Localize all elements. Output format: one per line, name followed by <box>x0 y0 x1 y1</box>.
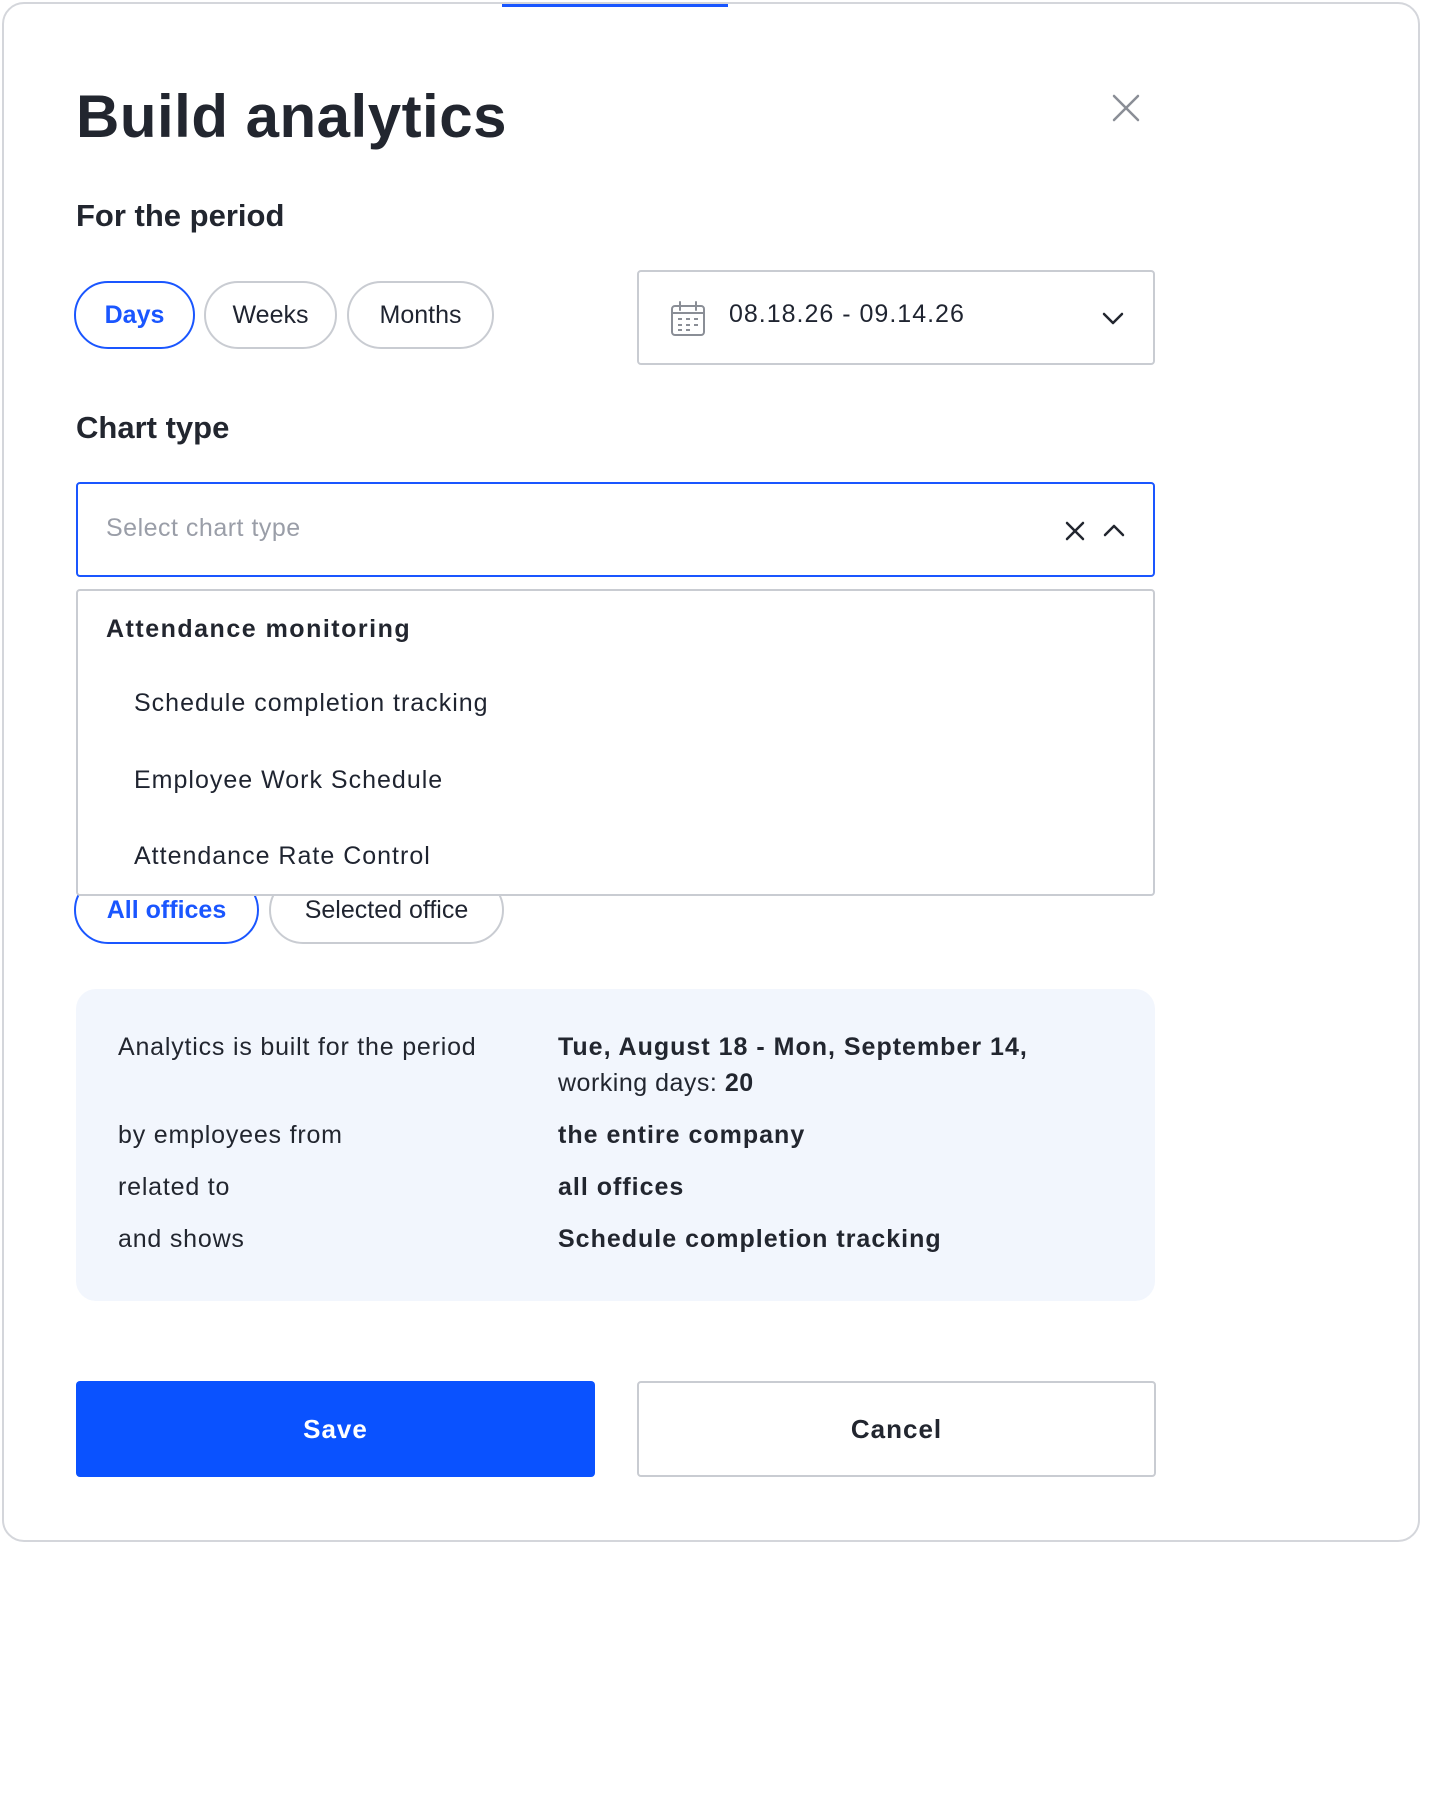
date-range-select[interactable]: 08.18.26 - 09.14.26 <box>637 270 1155 365</box>
top-accent-bar <box>502 4 728 7</box>
chart-type-select[interactable]: Select chart type <box>76 482 1155 577</box>
chart-type-dropdown: Attendance monitoring Schedule completio… <box>76 589 1155 896</box>
build-analytics-dialog: Build analytics For the period Days Week… <box>2 2 1420 1542</box>
option-attendance-rate-control[interactable]: Attendance Rate Control <box>134 842 431 871</box>
summary-related-label: related to <box>118 1173 231 1201</box>
analytics-summary: Analytics is built for the period Tue, A… <box>76 989 1155 1301</box>
summary-employees-value: the entire company <box>558 1121 806 1149</box>
dialog-title: Build analytics <box>76 83 507 150</box>
granularity-days-button[interactable]: Days <box>74 281 195 349</box>
period-section-label: For the period <box>76 198 285 233</box>
option-employee-work-schedule[interactable]: Employee Work Schedule <box>134 766 443 795</box>
summary-shows-value: Schedule completion tracking <box>558 1225 942 1253</box>
summary-employees-label: by employees from <box>118 1121 343 1149</box>
chevron-up-icon[interactable] <box>1102 520 1126 540</box>
chart-type-placeholder: Select chart type <box>106 514 301 542</box>
working-days-value: 20 <box>724 1069 754 1097</box>
dropdown-group-attendance-monitoring: Attendance monitoring <box>106 615 412 643</box>
clear-icon[interactable] <box>1064 520 1086 542</box>
summary-period-value: Tue, August 18 - Mon, September 14, <box>558 1033 1028 1061</box>
working-days-label: working days: <box>558 1069 718 1097</box>
summary-period-label: Analytics is built for the period <box>118 1033 477 1061</box>
granularity-weeks-button[interactable]: Weeks <box>204 281 337 349</box>
chevron-down-icon <box>1102 312 1124 325</box>
calendar-icon <box>671 301 705 336</box>
cancel-button[interactable]: Cancel <box>637 1381 1156 1477</box>
option-schedule-completion-tracking[interactable]: Schedule completion tracking <box>134 689 489 718</box>
chart-type-section-label: Chart type <box>76 410 230 445</box>
summary-working-days: working days: 20 <box>558 1069 754 1098</box>
date-range-value: 08.18.26 - 09.14.26 <box>729 300 965 328</box>
close-button[interactable] <box>1106 88 1146 128</box>
summary-related-value: all offices <box>558 1173 685 1201</box>
summary-shows-label: and shows <box>118 1225 245 1253</box>
save-button[interactable]: Save <box>76 1381 595 1477</box>
close-icon <box>1112 94 1140 122</box>
granularity-months-button[interactable]: Months <box>347 281 494 349</box>
